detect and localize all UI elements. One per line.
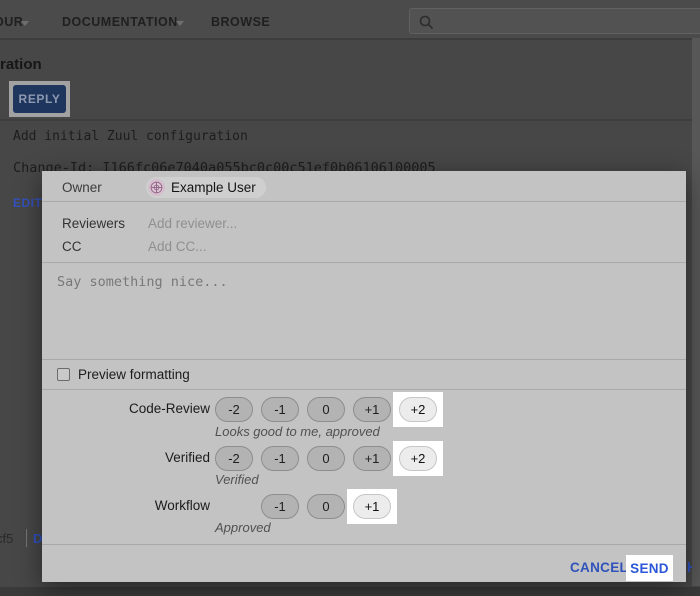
vote-label-code-review: Code-Review bbox=[42, 401, 210, 416]
add-cc-input[interactable]: Add CC... bbox=[148, 239, 207, 254]
preview-formatting-checkbox[interactable] bbox=[57, 368, 70, 381]
download-link-partial[interactable]: D bbox=[33, 531, 42, 546]
vote-button-verified-0[interactable]: 0 bbox=[307, 446, 345, 471]
vote-button-verified-minus2[interactable]: -2 bbox=[215, 446, 253, 471]
preview-formatting-label: Preview formatting bbox=[78, 367, 190, 382]
nav-item-documentation[interactable]: DOCUMENTATION bbox=[62, 15, 178, 29]
vote-button-code-review-minus1[interactable]: -1 bbox=[261, 397, 299, 422]
vote-button-verified-plus1[interactable]: +1 bbox=[353, 446, 391, 471]
edit-link[interactable]: EDIT bbox=[13, 196, 42, 210]
reviewers-label: Reviewers bbox=[62, 216, 125, 231]
avatar bbox=[148, 179, 165, 196]
divider bbox=[42, 389, 686, 390]
nav-item-browse[interactable]: BROWSE bbox=[211, 15, 270, 29]
vote-button-code-review-minus2[interactable]: -2 bbox=[215, 397, 253, 422]
owner-label: Owner bbox=[62, 180, 102, 195]
divider bbox=[26, 529, 27, 547]
divider bbox=[42, 544, 686, 545]
send-button[interactable]: SEND bbox=[626, 555, 673, 581]
commit-message: Add initial Zuul configuration bbox=[13, 129, 248, 144]
page-scrollbar[interactable] bbox=[692, 38, 700, 586]
divider bbox=[42, 359, 686, 360]
chevron-down-icon bbox=[21, 21, 29, 26]
cc-label: CC bbox=[62, 239, 82, 254]
vote-button-code-review-0[interactable]: 0 bbox=[307, 397, 345, 422]
reply-dialog: Owner Example User Reviewers Add reviewe… bbox=[42, 171, 686, 582]
vote-button-workflow-plus1[interactable]: +1 bbox=[353, 494, 391, 519]
commit-hash-partial: cf5 bbox=[0, 531, 13, 546]
vote-button-verified-minus1[interactable]: -1 bbox=[261, 446, 299, 471]
identicon-icon bbox=[150, 181, 163, 194]
comment-textarea[interactable]: Say something nice... bbox=[57, 274, 228, 290]
search-icon bbox=[419, 15, 434, 30]
vote-button-workflow-0[interactable]: 0 bbox=[307, 494, 345, 519]
top-nav-bar: OUR DOCUMENTATION BROWSE bbox=[0, 0, 700, 40]
section-divider bbox=[0, 119, 700, 121]
owner-chip[interactable]: Example User bbox=[146, 177, 266, 198]
divider bbox=[42, 262, 686, 263]
gerrit-reply-screen: { "header": { "nav_items": [ { "label": … bbox=[0, 0, 700, 596]
divider bbox=[42, 201, 686, 202]
search-box[interactable] bbox=[409, 8, 700, 34]
page-footer-bar bbox=[0, 587, 700, 596]
vote-description: Verified bbox=[215, 472, 259, 487]
vote-button-verified-plus2[interactable]: +2 bbox=[399, 446, 437, 471]
page-title: ration bbox=[0, 56, 42, 73]
vote-label-workflow: Workflow bbox=[42, 498, 210, 513]
chevron-down-icon bbox=[176, 21, 184, 26]
search-input[interactable] bbox=[440, 11, 694, 33]
vote-button-code-review-plus1[interactable]: +1 bbox=[353, 397, 391, 422]
reply-button[interactable]: REPLY bbox=[13, 85, 66, 113]
vote-description: Approved bbox=[215, 520, 271, 535]
reply-button-highlight: REPLY bbox=[9, 81, 70, 117]
send-button-highlight: SEND bbox=[626, 555, 673, 581]
owner-name: Example User bbox=[171, 180, 256, 195]
vote-button-workflow-minus1[interactable]: -1 bbox=[261, 494, 299, 519]
nav-item-your[interactable]: OUR bbox=[0, 15, 23, 29]
cancel-button[interactable]: CANCEL bbox=[570, 560, 628, 575]
vote-button-code-review-plus2[interactable]: +2 bbox=[399, 397, 437, 422]
vote-label-verified: Verified bbox=[42, 450, 210, 465]
add-reviewer-input[interactable]: Add reviewer... bbox=[148, 216, 237, 231]
vote-description: Looks good to me, approved bbox=[215, 424, 380, 439]
